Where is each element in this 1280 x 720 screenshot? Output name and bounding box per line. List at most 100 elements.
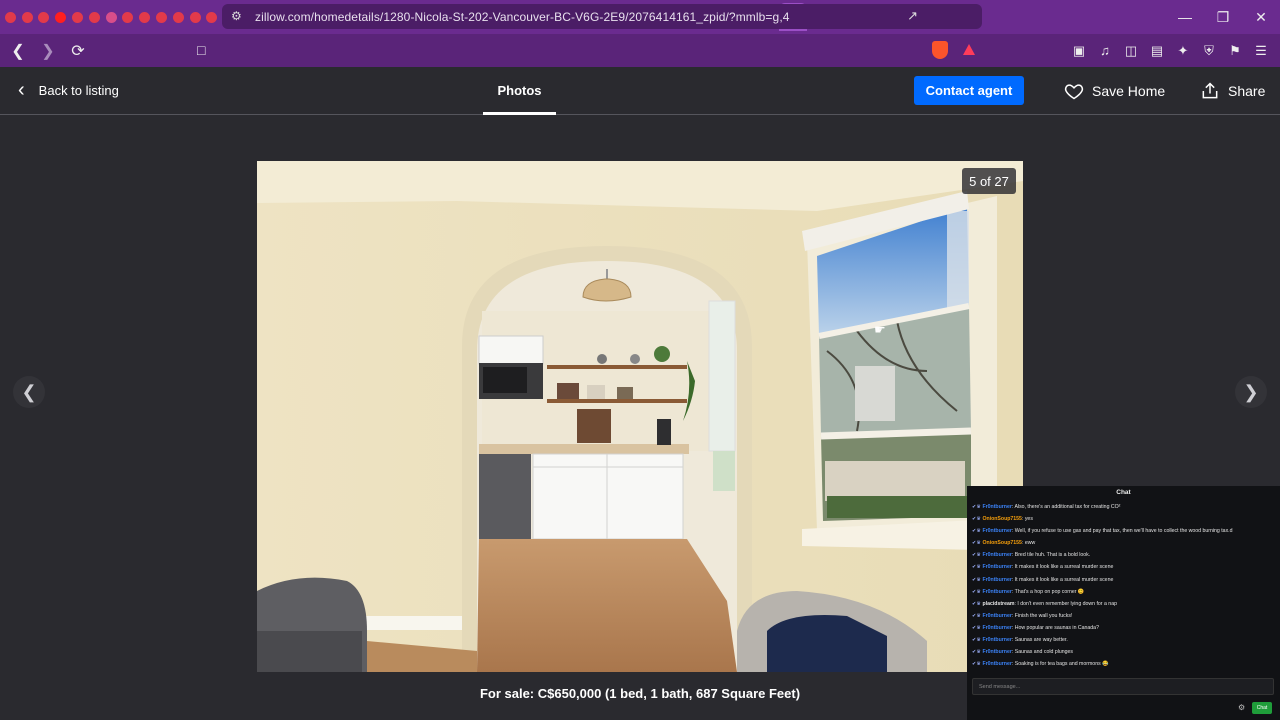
forward-icon[interactable]: ❯	[36, 39, 60, 63]
save-home-label: Save Home	[1092, 83, 1166, 99]
brave-rewards-icon[interactable]	[963, 44, 975, 55]
chat-username[interactable]: Fr0ntburner	[982, 613, 1011, 619]
chat-username[interactable]: placidstream	[982, 601, 1014, 607]
reload-icon[interactable]: ⟳	[66, 39, 90, 63]
tab-favicon-icon[interactable]	[136, 0, 153, 34]
chat-text: : It makes it look like a surreal murder…	[1011, 576, 1114, 583]
chat-text: : Saunas are way better.	[1011, 637, 1068, 644]
chat-username[interactable]: OnionSoup7155	[982, 540, 1022, 546]
brave-shields-icon[interactable]	[932, 41, 948, 59]
chat-text: : Also, there's an additional tax for cr…	[1011, 504, 1121, 510]
chat-username[interactable]: Fr0ntburner	[982, 528, 1011, 534]
close-window-icon[interactable]: ✕	[1242, 0, 1280, 34]
share-icon	[1202, 82, 1218, 99]
chat-send-button[interactable]: Chat	[1252, 702, 1272, 714]
photo-counter: 5 of 27	[962, 168, 1016, 194]
tab-favicon-icon[interactable]	[69, 0, 86, 34]
chat-username[interactable]: Fr0ntburner	[982, 625, 1011, 631]
chat-badge-icon: ✔♛	[972, 540, 983, 547]
chat-badge-icon: ✔♛	[972, 588, 983, 595]
share-label: Share	[1228, 83, 1266, 99]
tab-favicon-icon[interactable]	[19, 0, 36, 34]
bookmark-icon[interactable]: □	[197, 42, 205, 58]
chat-text: : I don't even remember lying down for a…	[1014, 600, 1117, 607]
tab-favicon-icon[interactable]	[187, 0, 204, 34]
chat-badge-icon: ✔♛	[972, 600, 983, 607]
site-settings-icon[interactable]: ⚙	[231, 9, 242, 23]
chat-message: ✔♛ Fr0ntburner: Well, if you refuse to u…	[972, 525, 1275, 537]
chat-badge-icon: ✔♛	[972, 504, 983, 510]
chat-username[interactable]: Fr0ntburner	[982, 589, 1011, 595]
window-controls: — ❐ ✕	[1166, 0, 1280, 34]
leo-ai-icon[interactable]: ✦	[1174, 42, 1192, 60]
extension-icon[interactable]: ⚑	[1226, 42, 1244, 60]
tab-favicon-icon[interactable]	[86, 0, 103, 34]
tab-favicon-icon[interactable]	[120, 0, 137, 34]
chat-message-list: ✔♛ Fr0ntburner: Also, there's an additio…	[967, 500, 1280, 671]
tab-favicon-icon[interactable]	[103, 0, 120, 34]
chat-message: ✔♛ Fr0ntburner: Bred tile huh. That is a…	[972, 549, 1275, 561]
chat-message: ✔♛ OnionSoup7155: eww	[972, 537, 1275, 549]
minimize-icon[interactable]: —	[1166, 0, 1204, 34]
chat-message: ✔♛ Fr0ntburner: That's a hop on pop corn…	[972, 586, 1275, 598]
chat-text: : That's a hop on pop corner 😊	[1011, 588, 1085, 595]
tab-favicon-icon[interactable]	[153, 0, 170, 34]
previous-photo-button[interactable]: ❮	[13, 376, 45, 408]
menu-icon[interactable]: ☰	[1252, 42, 1270, 60]
chat-message: ✔♛ Fr0ntburner: It makes it look like a …	[972, 574, 1275, 586]
chat-badge-icon: ✔♛	[972, 649, 983, 656]
tab-favicon-icon[interactable]	[2, 0, 19, 34]
share-page-icon[interactable]: ↗	[907, 8, 918, 24]
chat-badge-icon: ✔♛	[972, 612, 983, 619]
media-icon[interactable]: ♫	[1096, 42, 1114, 60]
chat-badge-icon: ✔♛	[972, 661, 983, 668]
chat-badge-icon: ✔♛	[972, 552, 983, 559]
share-button[interactable]: Share	[1200, 81, 1265, 101]
chat-message: ✔♛ Fr0ntburner: It makes it look like a …	[972, 561, 1275, 573]
chat-badge-icon: ✔♛	[972, 576, 983, 583]
room-photo-illustration	[257, 161, 1023, 672]
chat-username[interactable]: Fr0ntburner	[982, 564, 1011, 570]
chat-text: : yes	[1021, 516, 1033, 523]
wallet-icon[interactable]: ▤	[1148, 42, 1166, 60]
tab-favicon-icon[interactable]	[36, 0, 53, 34]
tab-photos[interactable]: Photos	[483, 67, 556, 115]
vpn-icon[interactable]: ⛨	[1200, 42, 1218, 60]
save-home-button[interactable]: Save Home	[1064, 81, 1165, 101]
address-bar[interactable]: ⚙ zillow.com/homedetails/1280-Nicola-St-…	[222, 4, 982, 29]
chat-badge-icon: ✔♛	[972, 516, 983, 523]
chat-input[interactable]: Send message...	[972, 678, 1274, 695]
chat-badge-icon: ✔♛	[972, 637, 983, 644]
tab-favicon-icon[interactable]	[204, 0, 221, 34]
chat-text: : Bred tile huh. That is a bold look.	[1011, 552, 1091, 559]
chat-username[interactable]: Fr0ntburner	[982, 504, 1011, 510]
chat-username[interactable]: Fr0ntburner	[982, 661, 1011, 667]
chat-text: : Soaking is for tea bags and mormons 😂	[1011, 661, 1109, 668]
chevron-left-icon: ❮	[21, 381, 37, 402]
chat-username[interactable]: Fr0ntburner	[982, 637, 1011, 643]
chat-message: ✔♛ Fr0ntburner: Soaking is for tea bags …	[972, 658, 1275, 670]
chat-badge-icon: ✔♛	[972, 564, 983, 571]
tab-favicon-icon[interactable]	[52, 0, 69, 34]
chat-username[interactable]: Fr0ntburner	[982, 577, 1011, 583]
back-icon[interactable]: ❮	[6, 39, 30, 63]
chat-title: Chat	[1116, 489, 1131, 496]
chat-username[interactable]: Fr0ntburner	[982, 552, 1011, 558]
sidebar-icon[interactable]: ◫	[1122, 42, 1140, 60]
restore-icon[interactable]: ❐	[1204, 0, 1242, 34]
url-text[interactable]: zillow.com/homedetails/1280-Nicola-St-20…	[255, 10, 790, 24]
gallery-header: ‹ Back to listing Photos Contact agent S…	[0, 67, 1280, 115]
tab-favicon-icon[interactable]	[170, 0, 187, 34]
listing-photo[interactable]	[257, 161, 1023, 672]
chat-settings-icon[interactable]: ⚙	[1238, 703, 1245, 712]
next-photo-button[interactable]: ❯	[1235, 376, 1267, 408]
chat-text: : It makes it look like a surreal murder…	[1011, 564, 1114, 571]
chevron-right-icon: ❯	[1243, 381, 1259, 402]
contact-agent-button[interactable]: Contact agent	[914, 76, 1024, 105]
reader-icon[interactable]: ▣	[1070, 42, 1088, 60]
chat-username[interactable]: Fr0ntburner	[982, 649, 1011, 655]
stream-chat-overlay: Chat ✔♛ Fr0ntburner: Also, there's an ad…	[967, 486, 1280, 720]
chat-text: : Finish the wall you fucks!	[1011, 612, 1073, 619]
back-to-listing-button[interactable]: ‹ Back to listing	[18, 80, 119, 100]
chat-username[interactable]: OnionSoup7155	[982, 516, 1022, 522]
